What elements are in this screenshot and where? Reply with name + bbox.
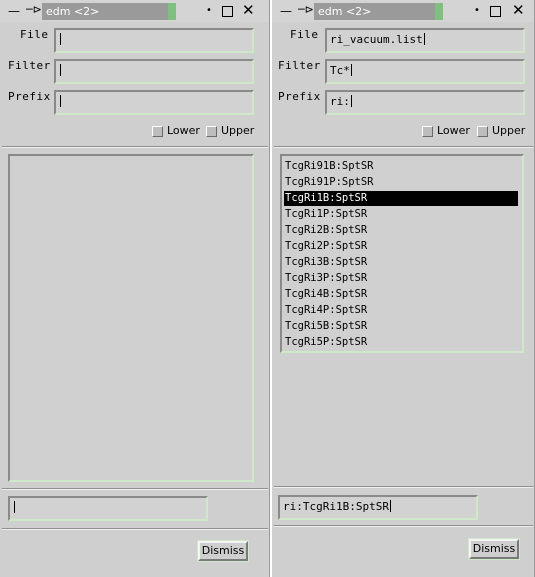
close-icon[interactable]: ✕ xyxy=(242,2,255,18)
file-list[interactable] xyxy=(8,154,254,482)
list-item[interactable]: TcgRi4P:SptSR xyxy=(284,303,367,318)
separator xyxy=(274,146,533,148)
text-cursor-icon xyxy=(423,33,428,45)
text-cursor-icon xyxy=(14,501,18,513)
list-item[interactable]: TcgRi2B:SptSR xyxy=(284,223,367,238)
list-item[interactable]: TcgRi3B:SptSR xyxy=(284,255,367,270)
pin-icon[interactable]: ─⊳ xyxy=(26,4,42,16)
upper-checkbox-label: Upper xyxy=(492,124,526,137)
lower-checkbox-label: Lower xyxy=(167,124,200,137)
text-cursor-icon xyxy=(60,33,64,45)
window-title: edm <2> xyxy=(42,3,170,20)
filter-input[interactable]: Tc* xyxy=(325,59,525,84)
file-browser-window-right: — ─⊳ edm <2> • ✕ File ri_vacuum.list Fil… xyxy=(272,0,535,577)
prefix-label: Prefix xyxy=(278,90,321,103)
pin-icon[interactable]: ─⊳ xyxy=(298,4,314,16)
file-input[interactable]: ri_vacuum.list xyxy=(325,28,525,53)
separator xyxy=(2,488,268,490)
text-cursor-icon xyxy=(60,64,64,76)
window-title: edm <2> xyxy=(314,3,436,20)
prefix-label: Prefix xyxy=(8,90,51,103)
close-icon[interactable]: ✕ xyxy=(512,2,525,18)
file-list[interactable]: TcgRi91B:SptSR TcgRi91P:SptSR TcgRi1B:SptS… xyxy=(280,154,524,353)
filter-label: Filter xyxy=(8,59,51,72)
separator xyxy=(274,525,533,527)
text-cursor-icon xyxy=(389,500,394,512)
minimize-icon[interactable]: • xyxy=(206,5,212,16)
file-value: ri_vacuum.list xyxy=(330,33,423,46)
dismiss-button[interactable]: Dismiss xyxy=(197,540,249,562)
title-accent xyxy=(435,3,443,20)
selection-input[interactable] xyxy=(8,496,208,521)
text-cursor-icon xyxy=(350,64,355,76)
maximize-icon[interactable] xyxy=(222,6,233,17)
list-item[interactable]: TcgRi1P:SptSR xyxy=(284,207,367,222)
separator xyxy=(2,146,268,148)
list-item[interactable]: TcgRi4B:SptSR xyxy=(284,287,367,302)
text-cursor-icon xyxy=(60,95,64,107)
title-bar: — ─⊳ edm <2> • ✕ xyxy=(272,0,534,22)
filter-value: Tc* xyxy=(330,64,350,77)
title-accent xyxy=(168,3,176,20)
maximize-icon[interactable] xyxy=(490,6,501,17)
checkbox-square-icon xyxy=(477,126,488,137)
separator xyxy=(274,486,533,488)
file-label: File xyxy=(290,28,319,41)
text-cursor-icon xyxy=(350,95,355,107)
separator xyxy=(2,528,268,530)
list-item[interactable]: TcgRi2P:SptSR xyxy=(284,239,367,254)
file-label: File xyxy=(20,28,49,41)
checkbox-square-icon xyxy=(152,126,163,137)
checkbox-square-icon xyxy=(422,126,433,137)
list-item[interactable]: TcgRi3P:SptSR xyxy=(284,271,367,286)
selection-input[interactable]: ri:TcgRi1B:SptSR xyxy=(278,495,478,520)
filter-input[interactable] xyxy=(54,59,254,84)
prefix-input[interactable] xyxy=(54,90,254,115)
list-item[interactable]: TcgRi91P:SptSR xyxy=(284,175,374,190)
title-bar: — ─⊳ edm <2> • ✕ xyxy=(0,0,269,22)
lower-checkbox-label: Lower xyxy=(437,124,470,137)
dismiss-button[interactable]: Dismiss xyxy=(468,538,520,560)
file-input[interactable] xyxy=(54,28,254,53)
selection-value: ri:TcgRi1B:SptSR xyxy=(283,500,389,513)
list-item[interactable]: TcgRi5B:SptSR xyxy=(284,319,367,334)
prefix-input[interactable]: ri: xyxy=(325,90,525,115)
list-item[interactable]: TcgRi91B:SptSR xyxy=(284,159,374,174)
file-browser-window-left: — ─⊳ edm <2> • ✕ File Filter Prefix Lowe… xyxy=(0,0,270,577)
upper-checkbox-label: Upper xyxy=(221,124,255,137)
checkbox-square-icon xyxy=(206,126,217,137)
list-item[interactable]: TcgRi5P:SptSR xyxy=(284,335,367,350)
window-menu-icon[interactable]: — xyxy=(8,5,20,17)
window-menu-icon[interactable]: — xyxy=(280,5,292,17)
list-item[interactable]: TcgRi1B:SptSR xyxy=(284,191,518,206)
prefix-value: ri: xyxy=(330,95,350,108)
minimize-icon[interactable]: • xyxy=(474,5,480,16)
filter-label: Filter xyxy=(278,59,321,72)
